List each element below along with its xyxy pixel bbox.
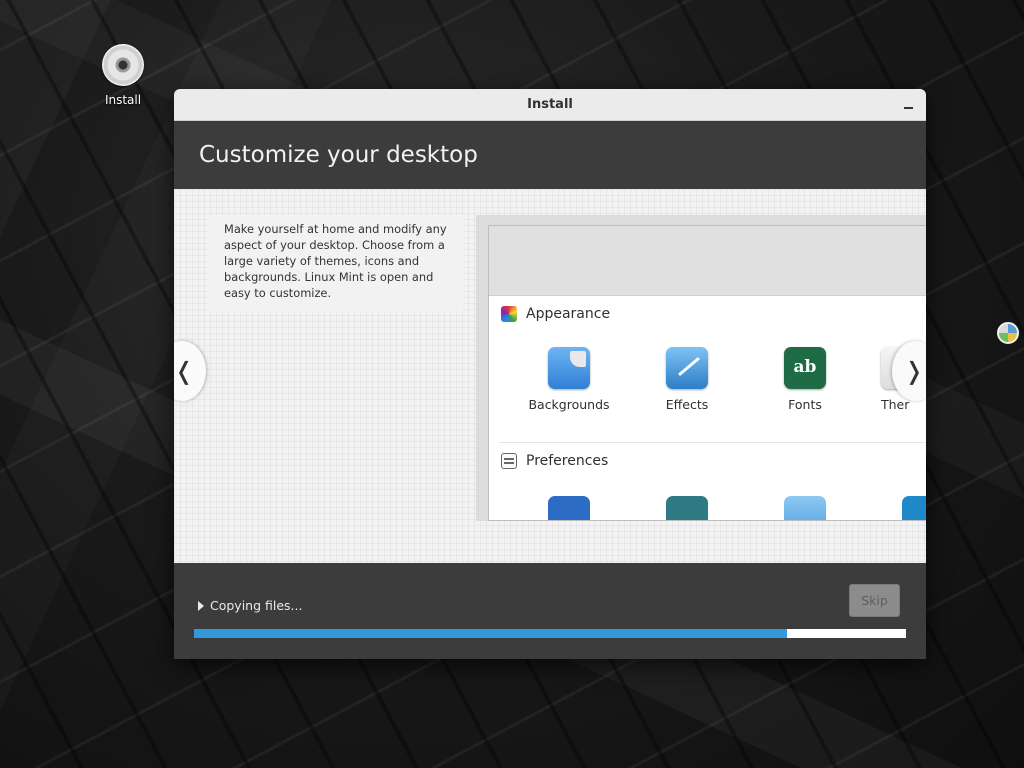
slide-heading: Customize your desktop (199, 142, 478, 168)
section-appearance: Appearance (501, 306, 610, 322)
status-expander[interactable]: Copying files... (198, 598, 302, 613)
chevron-right-icon: ❭ (904, 357, 925, 385)
status-text: Copying files... (210, 598, 303, 613)
cd-disc-icon (102, 44, 144, 86)
slideshow: Make yourself at home and modify any asp… (174, 189, 926, 563)
section-divider (499, 442, 926, 443)
install-footer: Copying files... Skip (174, 563, 926, 659)
skip-button[interactable]: Skip (849, 584, 900, 617)
app-label: Effects (665, 397, 709, 412)
app-fonts: ab Fonts (755, 347, 855, 412)
window-title: Install (527, 97, 573, 112)
tray-app-icon[interactable] (997, 322, 1019, 344)
expander-triangle-icon (198, 600, 204, 611)
section-title: Preferences (526, 453, 609, 469)
app-label: Backgrounds (528, 397, 610, 412)
desktop-icon-install[interactable]: Install (92, 44, 154, 107)
effects-icon (666, 347, 708, 389)
screenshot-toolbar (489, 226, 926, 296)
slide-description: Make yourself at home and modify any asp… (208, 215, 463, 311)
installer-window: Install Customize your desktop Make your… (174, 89, 926, 659)
slide-header: Customize your desktop (174, 121, 926, 189)
settings-screenshot-inner: Appearance Backgrounds Effects ab Fonts … (488, 225, 926, 521)
section-title: Appearance (526, 306, 611, 322)
accessibility-icon (548, 496, 590, 520)
preferences-icon (501, 453, 517, 469)
preferences-app-icon (784, 496, 826, 520)
minimize-icon (903, 107, 913, 109)
app-backgrounds: Backgrounds (519, 347, 619, 412)
title-bar[interactable]: Install (174, 89, 926, 121)
chevron-left-icon: ❬ (174, 357, 194, 385)
fonts-icon: ab (784, 347, 826, 389)
account-details-icon (666, 496, 708, 520)
settings-screenshot: Appearance Backgrounds Effects ab Fonts … (476, 215, 926, 521)
appearance-icon (501, 306, 517, 322)
app-label: Fonts (788, 397, 822, 412)
previous-slide-button[interactable]: ❬ (174, 341, 206, 401)
app-effects: Effects (637, 347, 737, 412)
desktop-icon-label: Install (104, 93, 142, 107)
section-preferences: Preferences (501, 453, 608, 469)
app-label: Ther (881, 397, 910, 412)
minimize-button[interactable] (900, 97, 916, 113)
date-time-icon (902, 496, 926, 520)
progress-fill (194, 629, 788, 638)
backgrounds-icon (548, 347, 590, 389)
progress-bar (194, 629, 906, 638)
